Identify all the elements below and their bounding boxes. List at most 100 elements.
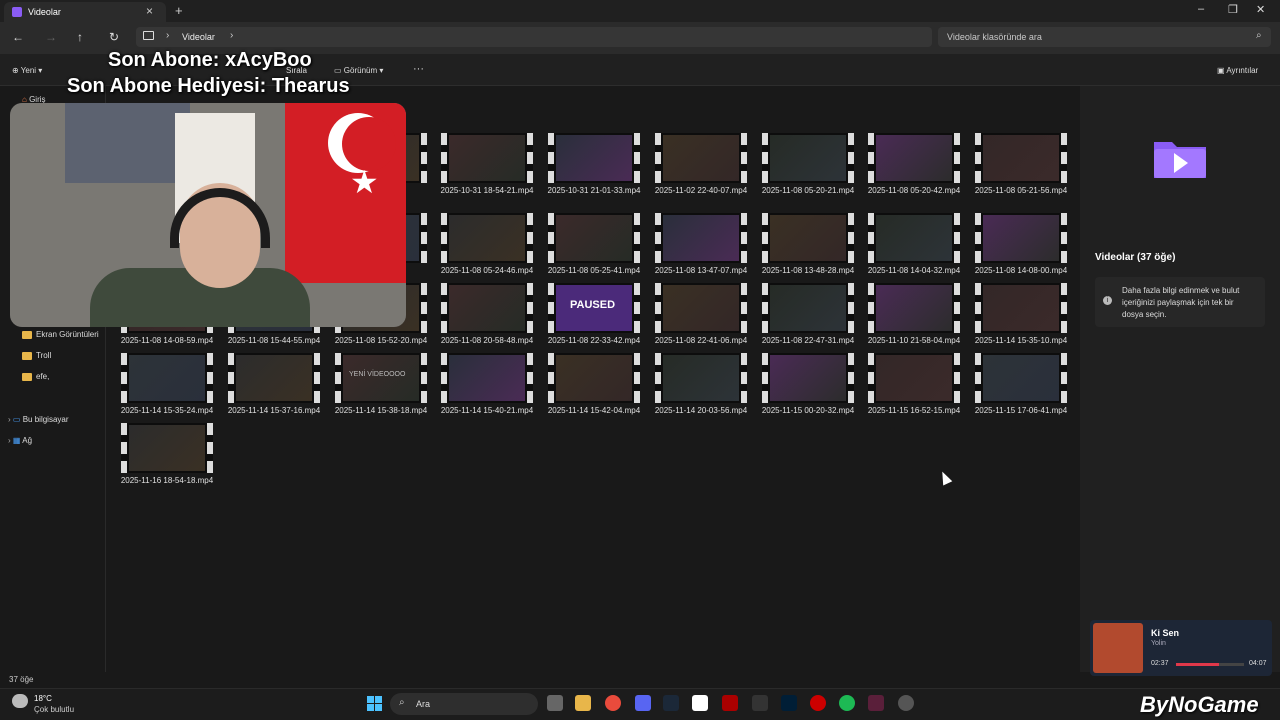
video-thumbnail	[762, 213, 854, 263]
sidebar-item-efe[interactable]: efe,	[22, 372, 49, 381]
discord-icon[interactable]	[635, 695, 651, 711]
epic-games-icon[interactable]	[752, 695, 768, 711]
file-tile[interactable]: 2025-11-08 22-47-31.mp4	[748, 283, 855, 353]
breadcrumb[interactable]: Videolar	[182, 32, 215, 42]
file-name: 2025-11-08 05-25-41.mp4	[547, 266, 641, 275]
temperature[interactable]: 18°C	[34, 694, 52, 703]
file-tile[interactable]: 2025-10-31 18-54-21.mp4	[427, 133, 534, 203]
file-name: 2025-11-08 05-20-42.mp4	[867, 186, 961, 195]
app-icon[interactable]	[868, 695, 884, 711]
details-label: Ayrıntılar	[1226, 66, 1259, 75]
file-name: 2025-11-15 00-20-32.mp4	[761, 406, 855, 415]
video-thumbnail	[441, 213, 533, 263]
new-label: Yeni	[20, 66, 37, 75]
up-arrow-icon[interactable]: ↑	[77, 30, 83, 44]
file-name: 2025-11-14 15-40-21.mp4	[440, 406, 534, 415]
address-bar[interactable]: › Videolar ›	[136, 27, 932, 47]
file-tile[interactable]: 2025-11-08 20-58-48.mp4	[427, 283, 534, 353]
weather-icon[interactable]	[12, 694, 28, 708]
task-view-icon[interactable]	[547, 695, 563, 711]
file-tile[interactable]: 2025-11-08 05-25-41.mp4	[534, 213, 641, 283]
file-tile[interactable]: 2025-11-10 21-58-04.mp4	[854, 283, 961, 353]
chevron-right-icon[interactable]: ›	[8, 415, 11, 424]
file-tile[interactable]: 2025-11-16 18-54-18.mp4	[107, 423, 214, 493]
video-thumbnail	[975, 283, 1067, 333]
file-tile[interactable]: 2025-11-08 05-20-21.mp4	[748, 133, 855, 203]
video-thumbnail	[228, 353, 320, 403]
taskbar-search[interactable]: ⌕ Ara	[390, 693, 538, 715]
last-subscriber-text: Son Abone: xAcyBoo	[108, 49, 312, 71]
file-name: 2025-11-02 22-40-07.mp4	[654, 186, 748, 195]
app-icon[interactable]	[722, 695, 738, 711]
file-name: 2025-11-08 05-24-46.mp4	[440, 266, 534, 275]
photoshop-icon[interactable]	[781, 695, 797, 711]
file-tile[interactable]: 2025-11-08 13-47-07.mp4	[641, 213, 748, 283]
file-tile[interactable]: 2025-11-15 17-06-41.mp4	[961, 353, 1068, 423]
obs-icon[interactable]	[898, 695, 914, 711]
file-name: 2025-10-31 18-54-21.mp4	[440, 186, 534, 195]
file-tile[interactable]: 2025-11-15 00-20-32.mp4	[748, 353, 855, 423]
steam-icon[interactable]	[663, 695, 679, 711]
windows-start-icon[interactable]	[367, 696, 382, 711]
search-placeholder: Videolar klasöründe ara	[947, 32, 1042, 42]
back-arrow-icon[interactable]: ←	[12, 30, 24, 44]
app-icon[interactable]	[810, 695, 826, 711]
sidebar-item-this-pc[interactable]: › ▭ Bu bilgisayar	[8, 415, 69, 424]
search-input[interactable]: Videolar klasöründe ara ⌕	[938, 27, 1271, 47]
weather-text[interactable]: Çok bulutlu	[34, 705, 74, 714]
view-button[interactable]: ▭ Görünüm ▾	[334, 66, 383, 75]
file-tile[interactable]: 2025-11-14 20-03-56.mp4	[641, 353, 748, 423]
details-pane-button[interactable]: ▣ Ayrıntılar	[1217, 66, 1258, 75]
chevron-right-icon[interactable]: ›	[230, 30, 233, 41]
paused-text: PAUSED	[570, 299, 616, 311]
file-tile[interactable]: 2025-11-02 22-40-07.mp4	[641, 133, 748, 203]
search-icon[interactable]: ⌕	[1256, 30, 1262, 41]
file-tile[interactable]: 2025-11-08 14-04-32.mp4	[854, 213, 961, 283]
file-tile[interactable]: 2025-11-15 16-52-15.mp4	[854, 353, 961, 423]
file-tile[interactable]: YENİ VİDEOOOO 2025-11-14 15-38-18.mp4	[321, 353, 428, 423]
sidebar-item-screenshots[interactable]: Ekran Görüntüleri	[22, 330, 99, 339]
new-tab-button[interactable]: +	[175, 3, 183, 18]
chrome-icon[interactable]	[605, 695, 621, 711]
file-tile[interactable]: 2025-11-08 05-24-46.mp4	[427, 213, 534, 283]
file-name: 2025-11-08 05-21-56.mp4	[974, 186, 1068, 195]
file-tile[interactable]: 2025-11-14 15-42-04.mp4	[534, 353, 641, 423]
file-tile[interactable]: 2025-10-31 21-01-33.mp4	[534, 133, 641, 203]
file-name: 2025-11-08 14-08-59.mp4	[120, 336, 214, 345]
file-tile[interactable]: PAUSED 2025-11-08 22-33-42.mp4	[534, 283, 641, 353]
refresh-icon[interactable]: ↻	[109, 30, 119, 44]
spotify-icon[interactable]	[839, 695, 855, 711]
capcut-icon[interactable]	[692, 695, 708, 711]
file-tile[interactable]: 2025-11-14 15-37-16.mp4	[214, 353, 321, 423]
file-tile[interactable]: 2025-11-08 14-08-00.mp4	[961, 213, 1068, 283]
maximize-button[interactable]: ❐	[1228, 3, 1238, 16]
file-name: 2025-11-15 17-06-41.mp4	[974, 406, 1068, 415]
file-tile[interactable]: 2025-11-08 05-21-56.mp4	[961, 133, 1068, 203]
video-thumbnail	[655, 213, 747, 263]
file-tile[interactable]: 2025-11-14 15-40-21.mp4	[427, 353, 534, 423]
chevron-right-icon[interactable]: ›	[166, 30, 169, 41]
minimize-button[interactable]: –	[1198, 3, 1204, 15]
forward-arrow-icon[interactable]: →	[45, 30, 57, 44]
file-explorer-icon[interactable]	[575, 695, 591, 711]
folder-icon	[22, 351, 32, 360]
sidebar-item-troll[interactable]: Troll	[22, 351, 51, 360]
sidebar-item-network[interactable]: › ▦ Ağ	[8, 436, 32, 445]
file-tile[interactable]: 2025-11-14 15-35-24.mp4	[107, 353, 214, 423]
chevron-right-icon[interactable]: ›	[8, 436, 11, 445]
file-name: 2025-11-14 15-35-24.mp4	[120, 406, 214, 415]
file-name: 2025-11-14 15-42-04.mp4	[547, 406, 641, 415]
tab-videolar[interactable]: Videolar ×	[4, 2, 166, 22]
more-options-button[interactable]: ···	[413, 63, 424, 75]
new-button[interactable]: ⊕ Yeni ▾	[12, 66, 42, 75]
file-tile[interactable]: 2025-11-14 15-35-10.mp4	[961, 283, 1068, 353]
file-tile[interactable]: 2025-11-08 05-20-42.mp4	[854, 133, 961, 203]
file-name: 2025-11-08 20-58-48.mp4	[440, 336, 534, 345]
file-tile[interactable]: 2025-11-08 22-41-06.mp4	[641, 283, 748, 353]
file-name: 2025-11-16 18-54-18.mp4	[120, 476, 214, 485]
close-tab-icon[interactable]: ×	[146, 4, 153, 18]
info-icon: i	[1103, 296, 1112, 305]
video-thumbnail	[762, 283, 854, 333]
file-tile[interactable]: 2025-11-08 13-48-28.mp4	[748, 213, 855, 283]
close-window-button[interactable]: ✕	[1256, 3, 1265, 16]
